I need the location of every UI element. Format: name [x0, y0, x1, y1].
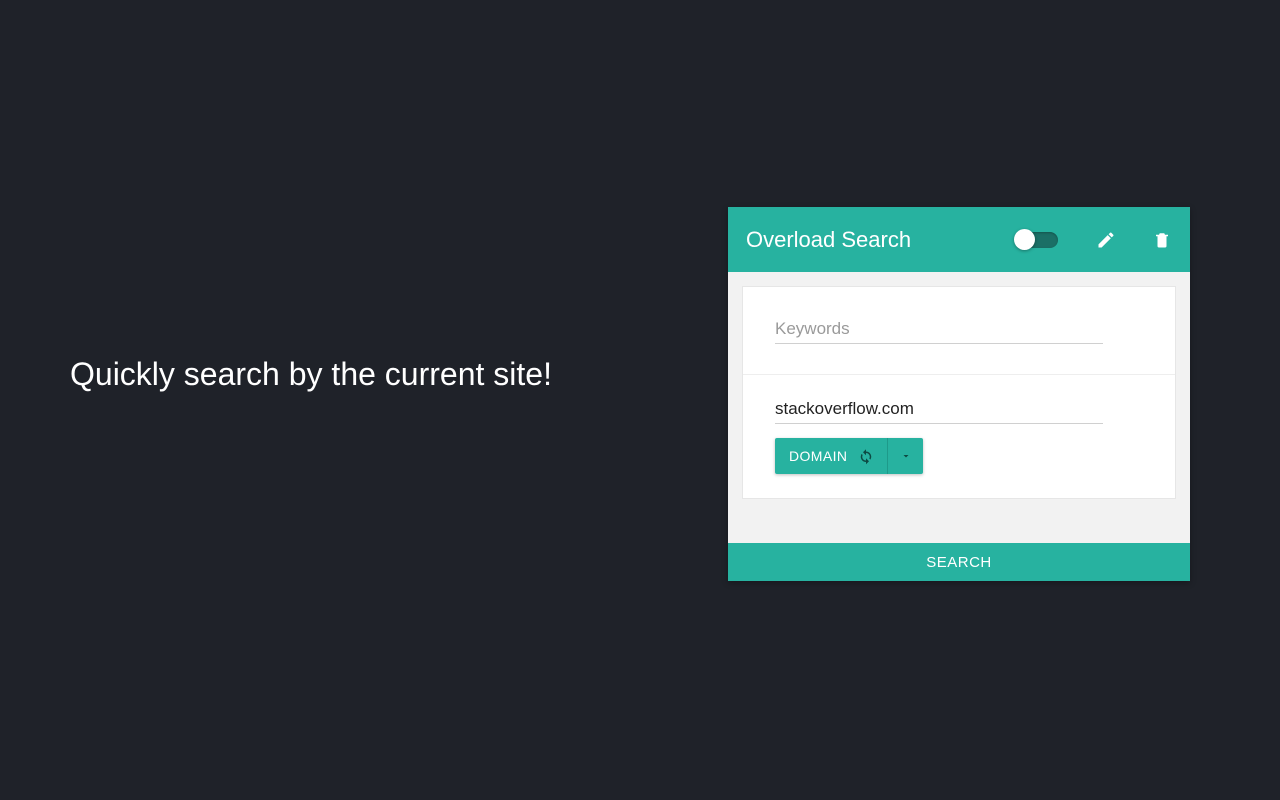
- domain-dropdown-main[interactable]: DOMAIN: [775, 438, 887, 474]
- domain-section: DOMAIN: [743, 374, 1175, 498]
- search-popup: Overload Search DOMAIN: [728, 207, 1190, 581]
- promo-tagline: Quickly search by the current site!: [70, 356, 552, 393]
- domain-dropdown-label: DOMAIN: [789, 448, 847, 464]
- domain-dropdown[interactable]: DOMAIN: [775, 438, 923, 474]
- popup-header: Overload Search: [728, 207, 1190, 272]
- toggle-knob: [1014, 229, 1035, 250]
- domain-input[interactable]: [775, 395, 1103, 424]
- keywords-section: [743, 287, 1175, 374]
- delete-icon[interactable]: [1150, 228, 1174, 252]
- refresh-icon: [857, 447, 875, 465]
- enable-toggle[interactable]: [1018, 232, 1058, 248]
- keywords-input[interactable]: [775, 315, 1103, 344]
- popup-title: Overload Search: [746, 227, 911, 253]
- chevron-down-icon[interactable]: [887, 438, 923, 474]
- popup-body: DOMAIN: [728, 272, 1190, 543]
- search-card: DOMAIN: [742, 286, 1176, 499]
- edit-icon[interactable]: [1094, 228, 1118, 252]
- search-button[interactable]: SEARCH: [728, 543, 1190, 581]
